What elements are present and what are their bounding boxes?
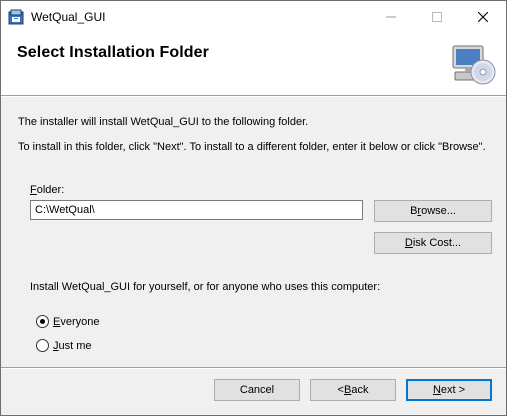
- info-text-1: The installer will install WetQual_GUI t…: [18, 116, 309, 128]
- folder-path-input[interactable]: [30, 200, 363, 220]
- folder-label-rest: older:: [36, 184, 65, 196]
- back-button[interactable]: < Back: [310, 379, 396, 401]
- page-title: Select Installation Folder: [17, 44, 209, 61]
- installer-window: WetQual_GUI Select Installation Folder T…: [0, 0, 507, 416]
- diskcost-label-post: isk Cost...: [412, 237, 462, 249]
- header-banner: Select Installation Folder: [1, 32, 506, 95]
- computer-cd-icon: [452, 45, 496, 85]
- radio-just-me-circle[interactable]: [36, 339, 49, 352]
- minimize-button[interactable]: [368, 1, 414, 32]
- close-button[interactable]: [460, 1, 506, 32]
- everyone-rest: veryone: [60, 315, 100, 328]
- install-for-question: Install WetQual_GUI for yourself, or for…: [30, 281, 381, 293]
- radio-just-me[interactable]: Just me: [36, 339, 92, 352]
- minimize-icon: [386, 16, 396, 17]
- radio-everyone-circle[interactable]: [36, 315, 49, 328]
- maximize-icon: [432, 11, 442, 22]
- next-button[interactable]: Next >: [406, 379, 492, 401]
- browse-label-pre: B: [410, 205, 418, 217]
- disk-cost-button[interactable]: Disk Cost...: [374, 232, 492, 254]
- radio-everyone[interactable]: Everyone: [36, 315, 99, 328]
- justme-rest: ust me: [58, 339, 92, 352]
- browse-button[interactable]: Br owse...: [374, 200, 492, 222]
- installer-icon: [8, 9, 24, 25]
- back-label-post: ack: [351, 384, 369, 396]
- radio-everyone-label[interactable]: Everyone: [53, 316, 99, 328]
- next-label-accel: N: [432, 384, 441, 396]
- radio-just-me-label[interactable]: Just me: [53, 340, 92, 352]
- folder-label: Folder:: [30, 184, 64, 196]
- header-separator: [1, 95, 506, 97]
- folder-label-accel: F: [30, 184, 37, 196]
- back-label-accel: B: [343, 384, 352, 396]
- maximize-button[interactable]: [414, 1, 460, 32]
- window-title: WetQual_GUI: [31, 10, 106, 24]
- close-icon: [478, 11, 488, 22]
- browse-label-post: owse...: [421, 205, 456, 217]
- cancel-button[interactable]: Cancel: [214, 379, 300, 401]
- title-bar: WetQual_GUI: [1, 1, 506, 32]
- diskcost-label-accel: D: [404, 237, 413, 249]
- footer-separator: [1, 367, 506, 369]
- next-label-post: ext >: [440, 384, 466, 396]
- info-text-2: To install in this folder, click "Next".…: [18, 141, 486, 153]
